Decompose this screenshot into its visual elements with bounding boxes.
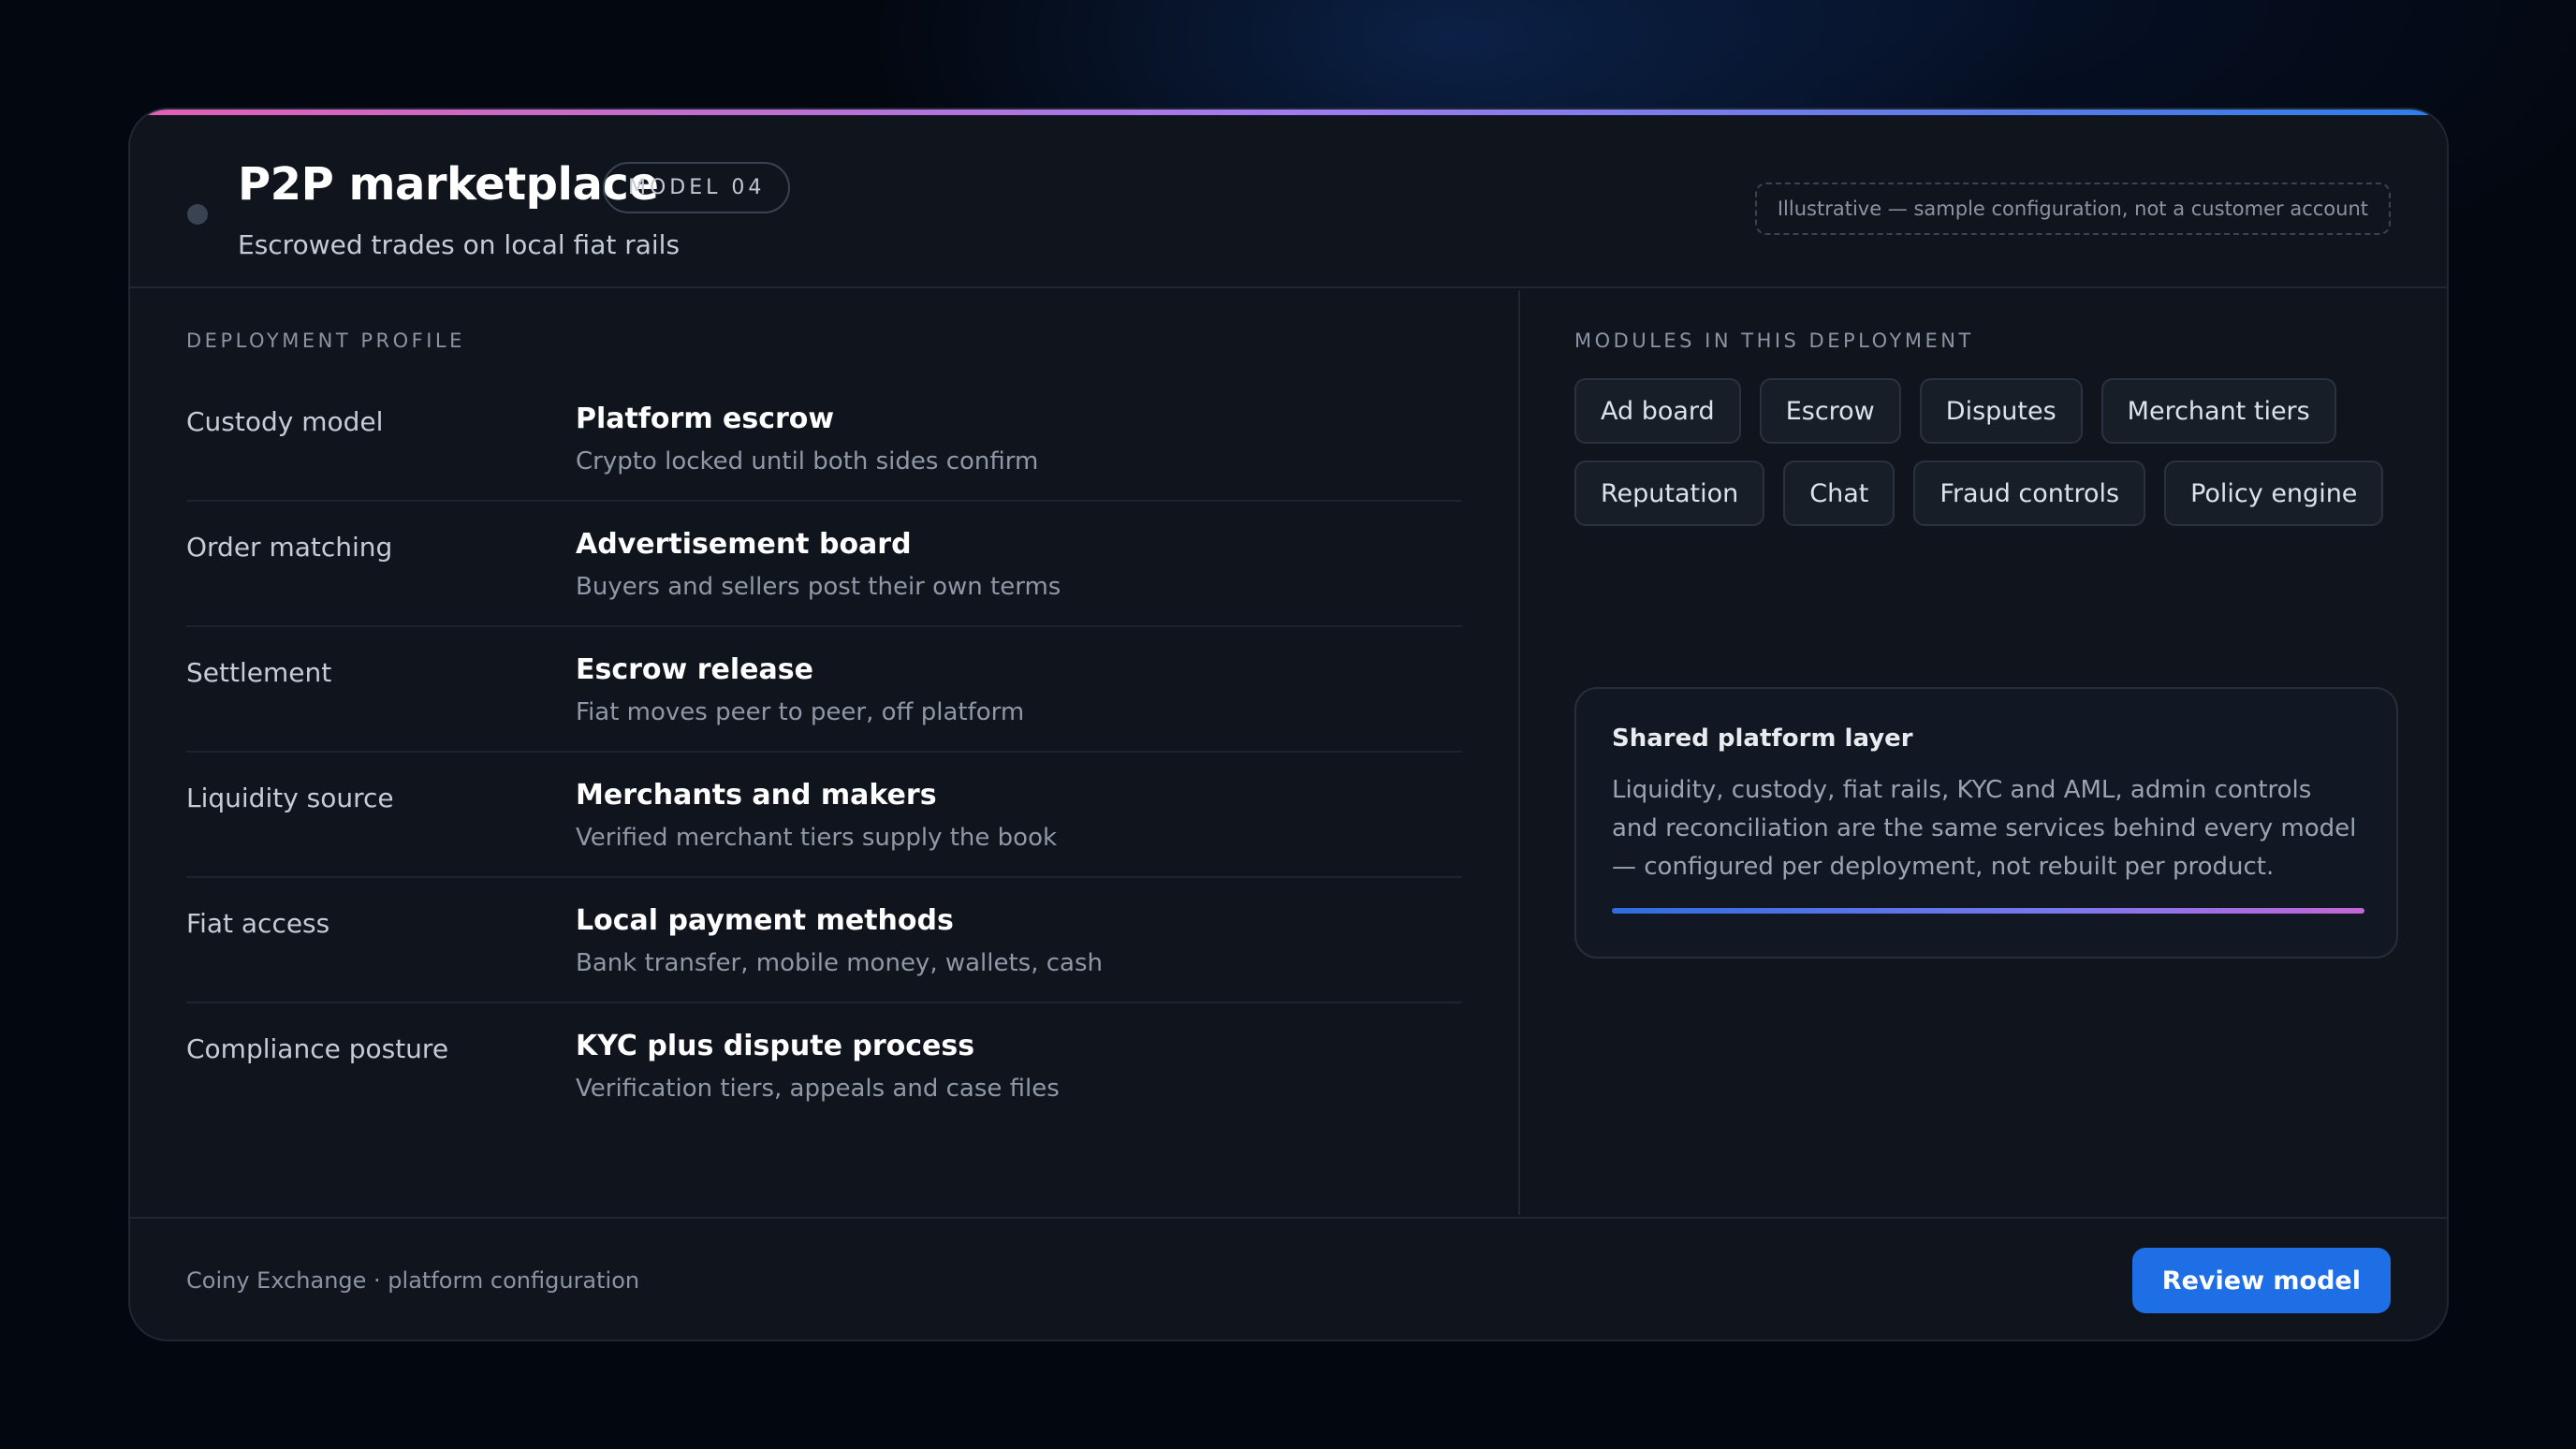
module-chip-escrow[interactable]: Escrow (1759, 378, 1901, 444)
module-chip-merchant-tiers[interactable]: Merchant tiers (2100, 378, 2336, 444)
module-chip-fraud-controls[interactable]: Fraud controls (1913, 461, 2146, 526)
profile-row: Liquidity source Merchants and makers Ve… (186, 753, 1462, 878)
profile-value: KYC plus dispute process (576, 1030, 975, 1062)
status-dot-icon (187, 204, 208, 225)
profile-desc: Crypto locked until both sides confirm (576, 447, 1039, 476)
card-header: P2P marketplace MODEL 04 Escrowed trades… (130, 115, 2447, 288)
review-model-button[interactable]: Review model (2131, 1248, 2391, 1313)
modules-panel: MODULES IN THIS DEPLOYMENT Ad board Escr… (1522, 290, 2447, 1215)
module-chip-policy-engine[interactable]: Policy engine (2164, 461, 2384, 526)
profile-desc: Bank transfer, mobile money, wallets, ca… (576, 949, 1104, 977)
profile-value: Local payment methods (576, 904, 954, 937)
card-footer: Coiny Exchange · platform configuration … (130, 1217, 2447, 1339)
footer-caption: Coiny Exchange · platform configuration (186, 1267, 640, 1294)
illustrative-note: Illustrative — sample configuration, not… (1754, 183, 2391, 235)
page-subtitle: Escrowed trades on local fiat rails (238, 229, 681, 260)
shared-platform-gradient-bar (1612, 908, 2364, 914)
profile-row: Settlement Escrow release Fiat moves pee… (186, 627, 1462, 753)
profile-list: Custody model Platform escrow Crypto loc… (186, 376, 1462, 1129)
deployment-profile-panel: DEPLOYMENT PROFILE Custody model Platfor… (130, 290, 1520, 1215)
profile-row: Custody model Platform escrow Crypto loc… (186, 376, 1462, 502)
profile-value: Platform escrow (576, 402, 835, 435)
profile-key: Compliance posture (186, 1033, 449, 1064)
profile-row: Compliance posture KYC plus dispute proc… (186, 1003, 1462, 1129)
profile-key: Order matching (186, 532, 393, 563)
profile-value: Advertisement board (576, 528, 912, 561)
shared-platform-body: Liquidity, custody, fiat rails, KYC and … (1612, 776, 2357, 881)
deployment-profile-label: DEPLOYMENT PROFILE (186, 329, 465, 352)
module-chip-ad-board[interactable]: Ad board (1574, 378, 1741, 444)
modules-label: MODULES IN THIS DEPLOYMENT (1574, 329, 1974, 352)
profile-desc: Buyers and sellers post their own terms (576, 573, 1061, 601)
module-chips: Ad board Escrow Disputes Merchant tiers … (1574, 378, 2417, 526)
profile-value: Merchants and makers (576, 779, 937, 812)
shared-platform-title: Shared platform layer (1612, 724, 1913, 753)
module-chip-chat[interactable]: Chat (1783, 461, 1895, 526)
shared-platform-card: Shared platform layer Liquidity, custody… (1574, 687, 2398, 959)
profile-desc: Verified merchant tiers supply the book (576, 824, 1058, 852)
module-chip-disputes[interactable]: Disputes (1919, 378, 2083, 444)
module-chip-reputation[interactable]: Reputation (1574, 461, 1765, 526)
profile-key: Settlement (186, 657, 332, 688)
profile-row: Order matching Advertisement board Buyer… (186, 502, 1462, 627)
profile-key: Liquidity source (186, 783, 394, 813)
model-badge: MODEL 04 (603, 162, 791, 213)
profile-key: Fiat access (186, 908, 330, 939)
profile-key: Custody model (186, 406, 384, 437)
profile-row: Fiat access Local payment methods Bank t… (186, 878, 1462, 1003)
profile-desc: Verification tiers, appeals and case fil… (576, 1075, 1060, 1103)
profile-value: Escrow release (576, 653, 813, 686)
page-title: P2P marketplace (238, 158, 659, 211)
model-card: P2P marketplace MODEL 04 Escrowed trades… (128, 108, 2449, 1341)
profile-desc: Fiat moves peer to peer, off platform (576, 698, 1025, 726)
